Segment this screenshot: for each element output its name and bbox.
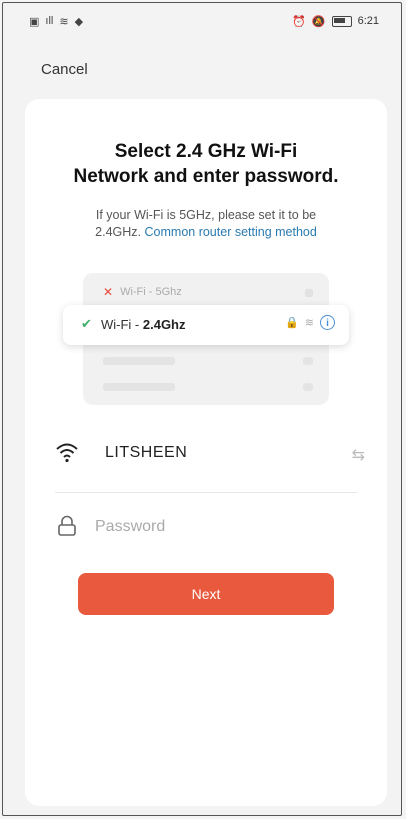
status-right: ⏰ 🔕 6:21 [292, 15, 379, 28]
network-24g-label: Wi-Fi - 2.4Ghz [101, 317, 186, 332]
cancel-button[interactable]: Cancel [41, 61, 88, 78]
network-24g-band: 2.4Ghz [142, 317, 186, 332]
password-input[interactable] [95, 513, 355, 541]
status-left: ▣ ıll ≋ ◆ [29, 15, 83, 28]
placeholder-bar [103, 357, 175, 365]
network-5g-label: Wi-Fi - 5Ghz [120, 286, 182, 298]
wifi-icon [55, 441, 79, 468]
network-24g-row: ✔ Wi-Fi - 2.4Ghz 🔒 ≋ i [63, 305, 349, 345]
network-5g-row: ✕ Wi-Fi - 5Ghz [103, 285, 182, 299]
network-24g-icons: 🔒 ≋ i [285, 315, 335, 330]
divider [55, 492, 357, 493]
placeholder-bar [303, 383, 313, 391]
status-bar: ▣ ıll ≋ ◆ ⏰ 🔕 6:21 [3, 3, 401, 39]
sim-icon: ▣ [29, 15, 40, 28]
next-button[interactable]: Next [78, 573, 334, 615]
wifi-setup-card: Select 2.4 GHz Wi-Fi Network and enter p… [25, 99, 387, 806]
router-setting-link[interactable]: Common router setting method [145, 225, 317, 239]
check-icon: ✔ [81, 316, 92, 331]
hint-prefix: 2.4GHz. [95, 225, 142, 239]
info-icon: i [320, 315, 335, 330]
title-line-1: Select 2.4 GHz Wi-Fi [114, 141, 298, 162]
cross-icon: ✕ [103, 285, 114, 299]
wifi-small-icon: ≋ [304, 317, 314, 329]
switch-network-icon[interactable]: ⇆ [352, 445, 365, 465]
dim-marker-icon [305, 289, 313, 297]
wifi-ssid: LITSHEEN [105, 444, 188, 461]
placeholder-bar [303, 357, 313, 365]
title-line-2: Network and enter password. [73, 166, 339, 187]
battery-icon [331, 15, 352, 27]
hint-line-1: If your Wi-Fi is 5GHz, please set it to … [95, 208, 317, 222]
band-hint: If your Wi-Fi is 5GHz, please set it to … [45, 207, 367, 241]
signal-icon: ıll [45, 15, 54, 27]
page-title: Select 2.4 GHz Wi-Fi Network and enter p… [25, 139, 387, 189]
phone-frame: ▣ ıll ≋ ◆ ⏰ 🔕 6:21 Cancel Select 2.4 GHz… [2, 2, 402, 816]
lock-icon [57, 515, 77, 542]
alarm-icon: ⏰ [292, 15, 306, 28]
notification-icon: ◆ [74, 15, 84, 28]
wifi-icon: ≋ [59, 15, 69, 28]
status-time: 6:21 [357, 15, 379, 27]
password-row [55, 513, 365, 543]
wifi-network-row: LITSHEEN ⇆ [55, 439, 365, 469]
placeholder-bar [103, 383, 175, 391]
network-24g-prefix: Wi-Fi - [101, 317, 143, 332]
lock-small-icon: 🔒 [285, 317, 299, 329]
mute-icon: 🔕 [311, 15, 326, 28]
